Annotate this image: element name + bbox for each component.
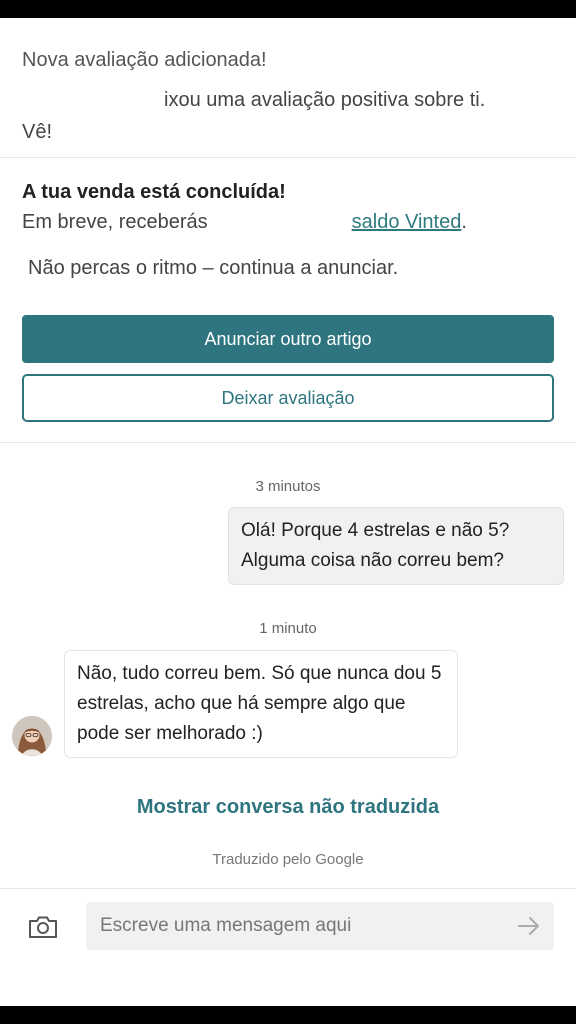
list-another-item-button[interactable]: Anunciar outro artigo xyxy=(22,315,554,363)
sale-text-start: Em breve, receberás xyxy=(22,211,208,233)
motivation-text: Não percas o ritmo – continua a anunciar… xyxy=(28,257,399,279)
message-timestamp: 1 minuto xyxy=(259,620,317,637)
review-text-body: ixou uma avaliação positiva sobre ti. xyxy=(164,89,486,111)
user-avatar[interactable] xyxy=(12,716,52,756)
message-input[interactable] xyxy=(86,902,554,950)
sale-title: A tua venda está concluída! xyxy=(22,181,286,203)
sale-text: Em breve, receberás saldo Vinted. xyxy=(22,206,554,238)
review-title: Nova avaliação adicionada! xyxy=(22,49,267,71)
divider xyxy=(0,442,576,443)
balance-link[interactable]: saldo Vinted xyxy=(352,211,462,233)
sale-notification: A tua venda está concluída! Em breve, re… xyxy=(0,178,576,284)
review-text: ixou uma avaliação positiva sobre ti. xyxy=(22,84,554,116)
incoming-message: Não, tudo correu bem. Só que nunca dou 5… xyxy=(64,650,458,758)
message-timestamp: 3 minutos xyxy=(255,478,321,495)
arrow-right-icon[interactable] xyxy=(516,914,542,938)
avatar-image xyxy=(12,716,52,756)
outgoing-message: Olá! Porque 4 estrelas e não 5? Alguma c… xyxy=(228,507,564,585)
message-composer xyxy=(0,888,576,1006)
translated-by-label: Traduzido pelo Google xyxy=(212,851,364,868)
divider xyxy=(0,157,576,158)
leave-review-button[interactable]: Deixar avaliação xyxy=(22,374,554,422)
chat-screen: Nova avaliação adicionada! ixou uma aval… xyxy=(0,18,576,1006)
sale-text-end: . xyxy=(461,211,467,233)
camera-icon[interactable] xyxy=(27,911,59,943)
review-link[interactable]: Vê! xyxy=(22,116,554,148)
show-untranslated-button[interactable]: Mostrar conversa não traduzida xyxy=(0,796,576,819)
redacted-area xyxy=(207,211,352,234)
review-notification: Nova avaliação adicionada! ixou uma aval… xyxy=(0,46,576,148)
